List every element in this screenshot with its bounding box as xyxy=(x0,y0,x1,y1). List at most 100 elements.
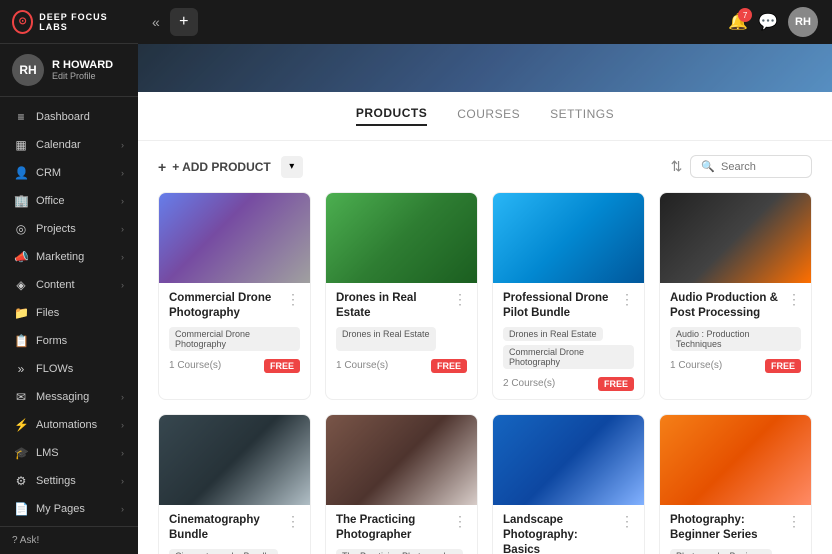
nav-label: FLOWs xyxy=(36,363,73,375)
nav-label: Dashboard xyxy=(36,111,90,123)
product-card[interactable]: Photography: Beginner Series ⋮ Photograp… xyxy=(659,414,812,554)
product-card[interactable]: Drones in Real Estate ⋮ Drones in Real E… xyxy=(325,192,478,400)
product-image xyxy=(159,193,310,283)
product-card[interactable]: Cinematography Bundle ⋮ Cinematography B… xyxy=(158,414,311,554)
tab-products[interactable]: PRODUCTS xyxy=(356,106,427,126)
nav-label: Forms xyxy=(36,335,67,347)
add-product-button[interactable]: + + ADD PRODUCT xyxy=(158,159,271,175)
product-card[interactable]: Audio Production & Post Processing ⋮ Aud… xyxy=(659,192,812,400)
product-image xyxy=(493,193,644,283)
product-menu-button[interactable]: ⋮ xyxy=(616,513,634,530)
sidebar-item-marketing[interactable]: 📣 Marketing › xyxy=(0,243,138,271)
tabs-bar: PRODUCTS COURSES SETTINGS xyxy=(138,92,832,141)
product-title: The Practicing Photographer xyxy=(336,513,449,543)
sidebar-item-crm[interactable]: 👤 CRM › xyxy=(0,159,138,187)
chevron-right-icon: › xyxy=(121,196,124,206)
sidebar-profile[interactable]: RH R HOWARD Edit Profile xyxy=(0,44,138,97)
course-count: 1 Course(s) xyxy=(336,360,388,371)
product-tags: Photography Beginner xyxy=(670,549,801,554)
course-count: 2 Course(s) xyxy=(503,378,555,389)
search-input[interactable] xyxy=(721,161,801,173)
projects-icon: ◎ xyxy=(14,222,28,236)
search-box: 🔍 xyxy=(690,155,812,178)
products-toolbar: + + ADD PRODUCT ▾ ⇅ 🔍 xyxy=(158,155,812,178)
chevron-right-icon: › xyxy=(121,224,124,234)
product-tag: Commercial Drone Photography xyxy=(169,327,300,351)
sidebar-item-office[interactable]: 🏢 Office › xyxy=(0,187,138,215)
product-image xyxy=(159,415,310,505)
forms-icon: 📋 xyxy=(14,334,28,348)
sort-button[interactable]: ⇅ xyxy=(671,158,683,175)
edit-profile-link[interactable]: Edit Profile xyxy=(52,71,113,81)
avatar: RH xyxy=(12,54,44,86)
add-button[interactable]: + xyxy=(170,8,198,36)
help-button[interactable]: ? Ask! xyxy=(12,535,126,546)
content-icon: ◈ xyxy=(14,278,28,292)
product-card[interactable]: The Practicing Photographer ⋮ The Practi… xyxy=(325,414,478,554)
product-tag: Drones in Real Estate xyxy=(336,327,436,351)
sidebar-item-content[interactable]: ◈ Content › xyxy=(0,271,138,299)
product-menu-button[interactable]: ⋮ xyxy=(282,513,300,530)
product-card[interactable]: Landscape Photography: Basics ⋮ Landscap… xyxy=(492,414,645,554)
chevron-right-icon: › xyxy=(121,168,124,178)
chevron-right-icon: › xyxy=(121,280,124,290)
sidebar-nav: ≡ Dashboard ▦ Calendar › 👤 CRM › 🏢 Offic… xyxy=(0,97,138,526)
sidebar-item-settings[interactable]: ⚙ Settings › xyxy=(0,467,138,495)
sidebar-help: ? Ask! xyxy=(0,526,138,554)
product-title: Commercial Drone Photography xyxy=(169,291,282,321)
product-title: Professional Drone Pilot Bundle xyxy=(503,291,616,321)
user-avatar[interactable]: RH xyxy=(788,7,818,37)
tab-courses[interactable]: COURSES xyxy=(457,107,520,125)
nav-label: Messaging xyxy=(36,391,89,403)
product-menu-button[interactable]: ⋮ xyxy=(783,291,801,308)
sidebar-item-automations[interactable]: ⚡ Automations › xyxy=(0,411,138,439)
products-section: + + ADD PRODUCT ▾ ⇅ 🔍 Comme xyxy=(138,141,832,554)
hero-banner xyxy=(138,44,832,92)
nav-label: Projects xyxy=(36,223,76,235)
product-tag: Cinematography Bundle xyxy=(169,549,278,554)
marketing-icon: 📣 xyxy=(14,250,28,264)
sidebar-item-forms[interactable]: 📋 Forms xyxy=(0,327,138,355)
sidebar-item-files[interactable]: 📁 Files xyxy=(0,299,138,327)
tab-settings[interactable]: SETTINGS xyxy=(550,107,614,125)
free-badge: FREE xyxy=(264,359,300,373)
profile-name: R HOWARD xyxy=(52,59,113,71)
flows-icon: » xyxy=(14,362,28,376)
products-grid: Commercial Drone Photography ⋮ Commercia… xyxy=(158,192,812,554)
sidebar-item-my-pages[interactable]: 📄 My Pages › xyxy=(0,495,138,523)
sidebar-item-dashboard[interactable]: ≡ Dashboard xyxy=(0,103,138,131)
search-icon: 🔍 xyxy=(701,160,715,173)
product-image xyxy=(660,193,811,283)
product-card[interactable]: Professional Drone Pilot Bundle ⋮ Drones… xyxy=(492,192,645,400)
messaging-icon: ✉ xyxy=(14,390,28,404)
collapse-sidebar-button[interactable]: « xyxy=(152,14,160,30)
chevron-right-icon: › xyxy=(121,392,124,402)
logo-text: DEEP FOCUS LABS xyxy=(39,12,126,32)
product-menu-button[interactable]: ⋮ xyxy=(616,291,634,308)
product-menu-button[interactable]: ⋮ xyxy=(449,291,467,308)
product-menu-button[interactable]: ⋮ xyxy=(449,513,467,530)
sidebar-item-messaging[interactable]: ✉ Messaging › xyxy=(0,383,138,411)
chevron-right-icon: › xyxy=(121,504,124,514)
sidebar-logo: ⊙ DEEP FOCUS LABS xyxy=(0,0,138,44)
free-badge: FREE xyxy=(431,359,467,373)
course-count: 1 Course(s) xyxy=(670,360,722,371)
sidebar-item-calendar[interactable]: ▦ Calendar › xyxy=(0,131,138,159)
sidebar-item-lms[interactable]: 🎓 LMS › xyxy=(0,439,138,467)
product-card[interactable]: Commercial Drone Photography ⋮ Commercia… xyxy=(158,192,311,400)
notifications-button[interactable]: 🔔 7 xyxy=(728,12,748,32)
product-tag: Photography Beginner xyxy=(670,549,772,554)
sidebar-item-projects[interactable]: ◎ Projects › xyxy=(0,215,138,243)
lms-icon: 🎓 xyxy=(14,446,28,460)
chevron-right-icon: › xyxy=(121,448,124,458)
free-badge: FREE xyxy=(765,359,801,373)
main-content: « + 🔔 7 💬 RH PRODUCTSCOURSESSETTINGS + xyxy=(138,0,832,554)
product-tag: Audio : Production Techniques xyxy=(670,327,801,351)
messages-button[interactable]: 💬 xyxy=(758,12,778,32)
add-product-dropdown[interactable]: ▾ xyxy=(281,156,303,178)
product-menu-button[interactable]: ⋮ xyxy=(282,291,300,308)
sidebar-item-flows[interactable]: » FLOWs xyxy=(0,355,138,383)
product-menu-button[interactable]: ⋮ xyxy=(783,513,801,530)
nav-label: Settings xyxy=(36,475,76,487)
product-image xyxy=(493,415,644,505)
